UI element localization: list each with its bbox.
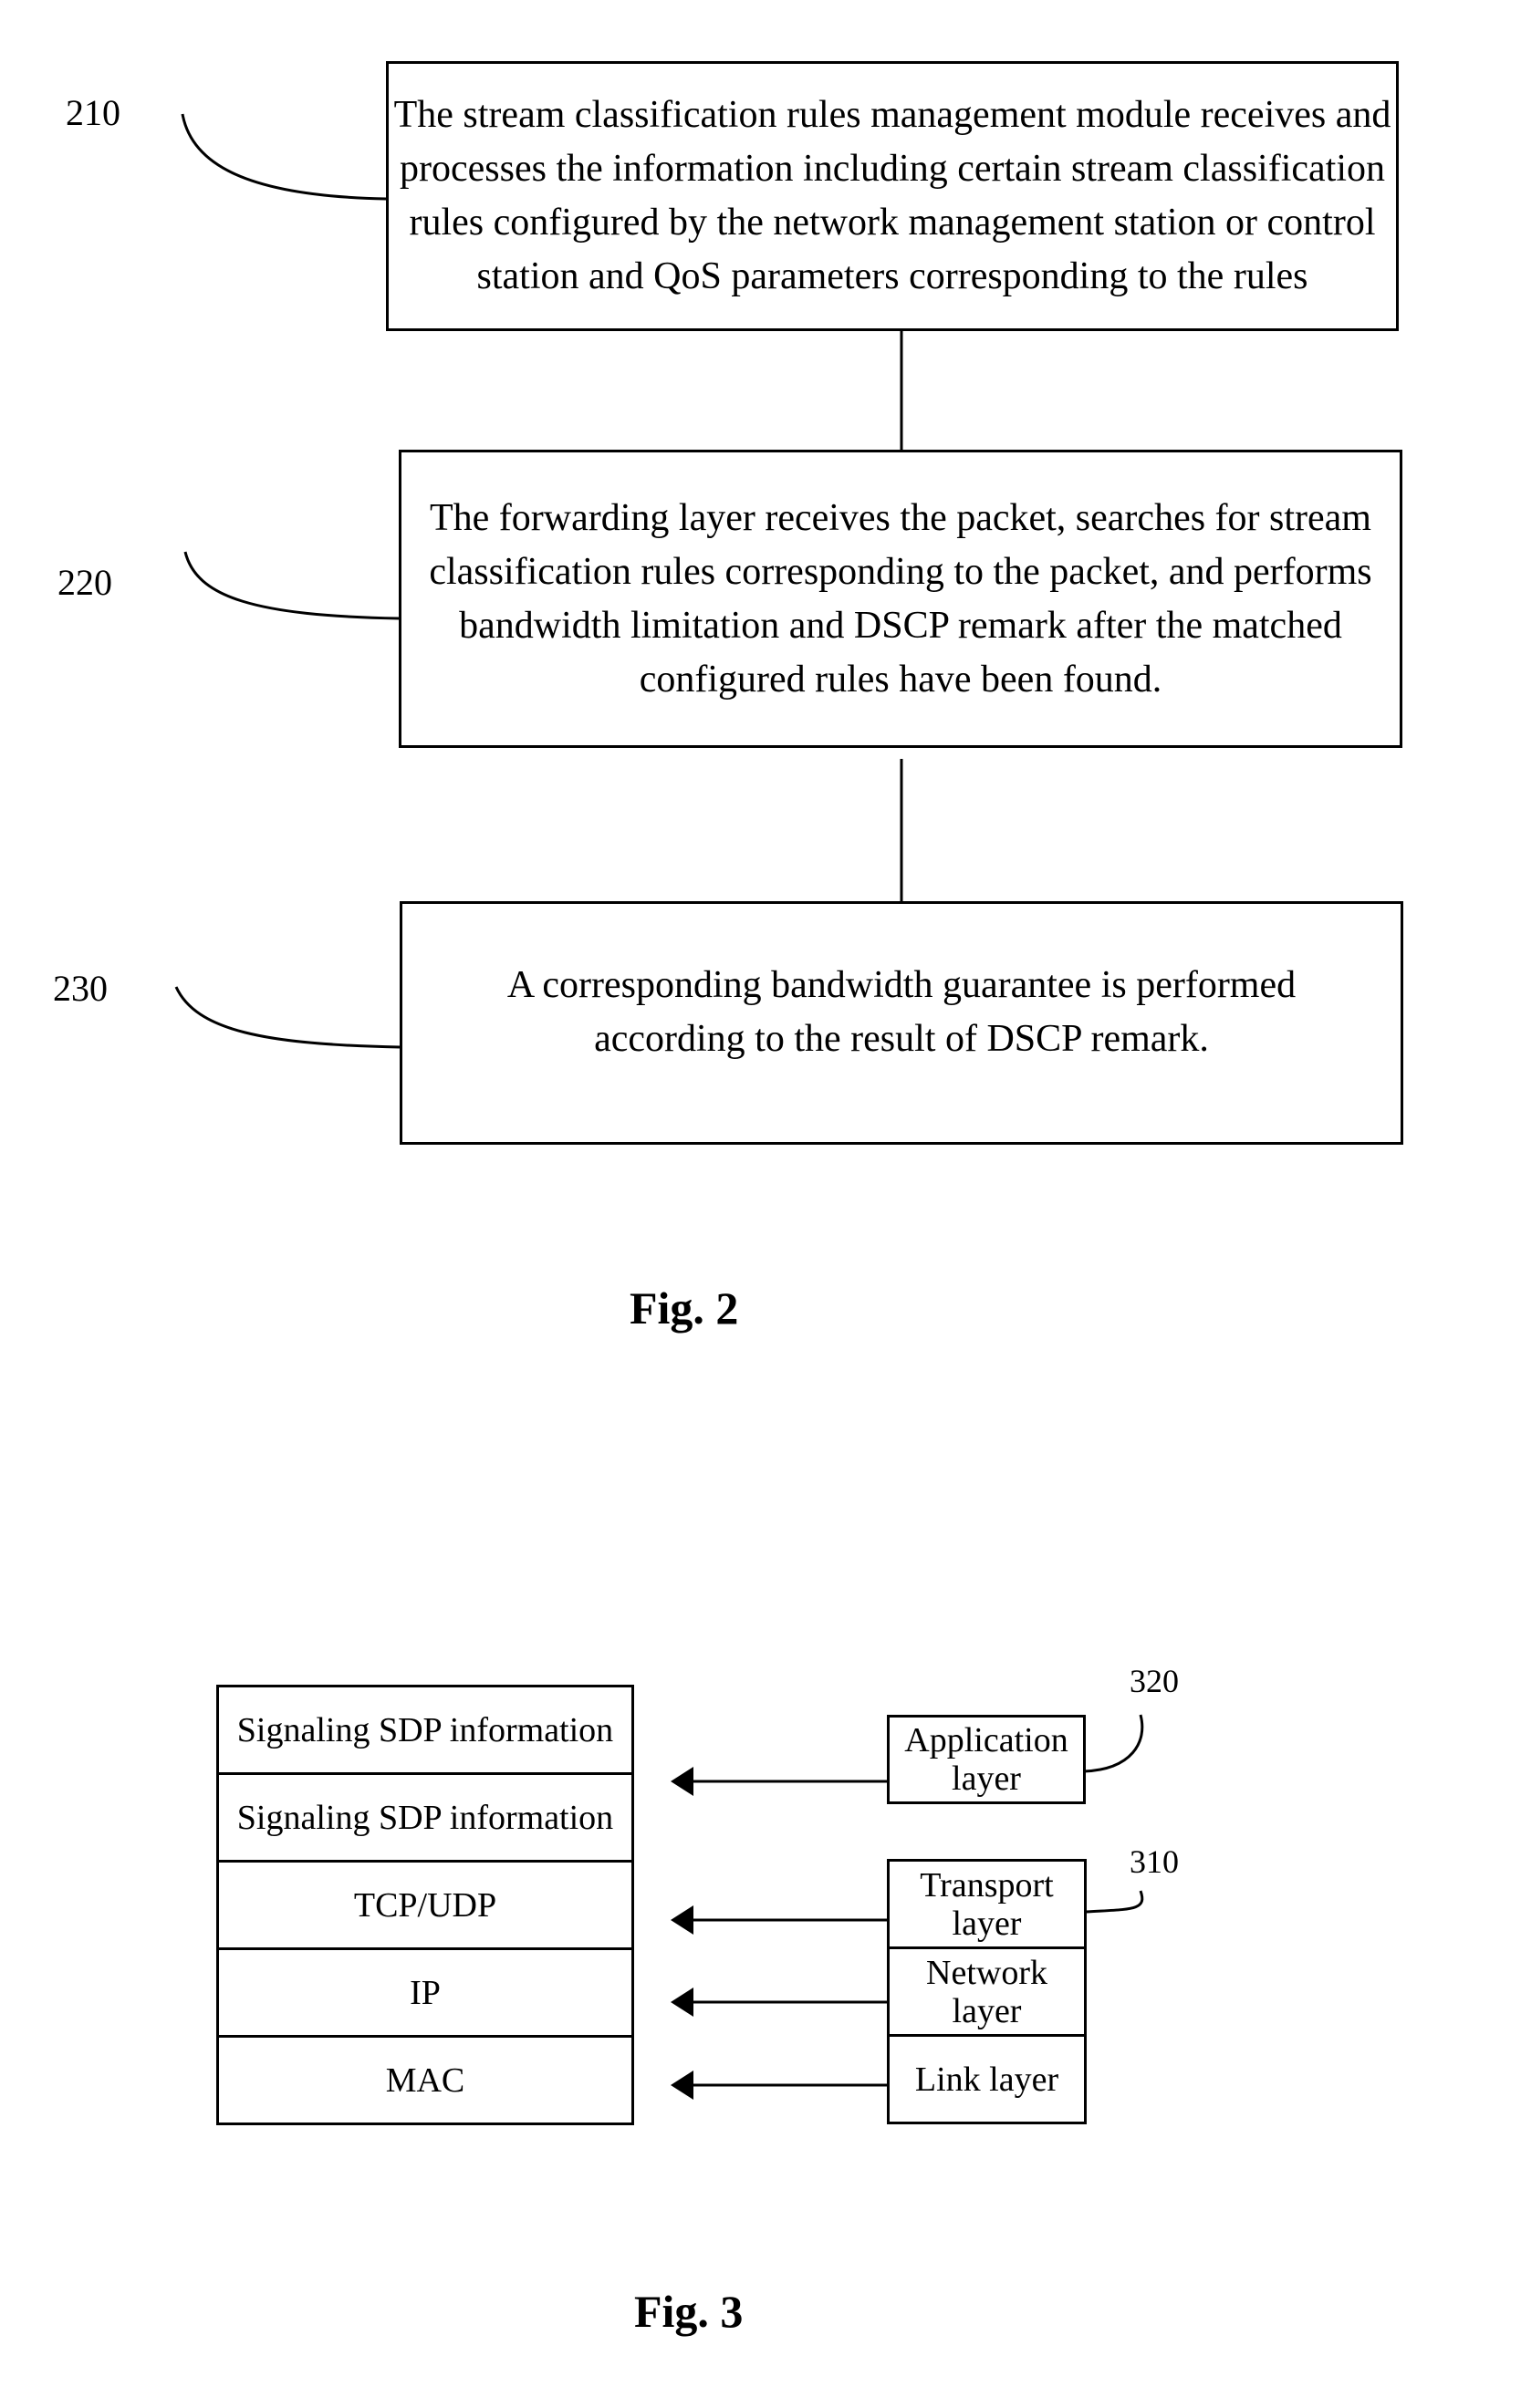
layer-box-application: Application layer	[887, 1715, 1086, 1804]
stack-cell-sdp-1: Signaling SDP information	[216, 1685, 634, 1775]
leader-320	[1083, 1714, 1144, 1773]
stack-cell-tcp-udp: TCP/UDP	[216, 1860, 634, 1950]
arrow-link	[671, 2071, 887, 2100]
step-box-220: The forwarding layer receives the packet…	[399, 450, 1402, 748]
layer-box-link: Link layer	[887, 2034, 1087, 2124]
stack-cell-ip: IP	[216, 1947, 634, 2038]
ref-label-210: 210	[66, 92, 120, 133]
ref-label-220: 220	[57, 562, 112, 603]
arrow-network	[671, 1988, 887, 2017]
leader-310	[1085, 1890, 1144, 1914]
step-text-230: A corresponding bandwidth guarantee is p…	[506, 964, 1297, 1060]
step-text-210: The stream classification rules manageme…	[393, 94, 1391, 297]
figure-caption-2: Fig. 2	[630, 1282, 739, 1334]
layer-box-transport: Transport layer	[887, 1859, 1087, 1949]
stack-cell-sdp-2: Signaling SDP information	[216, 1772, 634, 1863]
arrow-application	[671, 1767, 887, 1796]
layer-box-network: Network layer	[887, 1946, 1087, 2037]
ref-label-310: 310	[1130, 1843, 1179, 1880]
stack-cell-mac: MAC	[216, 2035, 634, 2125]
step-text-220: The forwarding layer receives the packet…	[429, 496, 1372, 701]
step-box-230: A corresponding bandwidth guarantee is p…	[400, 901, 1403, 1145]
ref-label-230: 230	[53, 968, 108, 1009]
leader-210	[181, 113, 387, 201]
ref-label-320: 320	[1130, 1663, 1179, 1699]
leader-230	[174, 986, 401, 1049]
figure-caption-3: Fig. 3	[634, 2286, 744, 2337]
leader-220	[183, 551, 400, 620]
step-box-210: The stream classification rules manageme…	[386, 61, 1399, 331]
arrow-transport	[671, 1905, 887, 1935]
